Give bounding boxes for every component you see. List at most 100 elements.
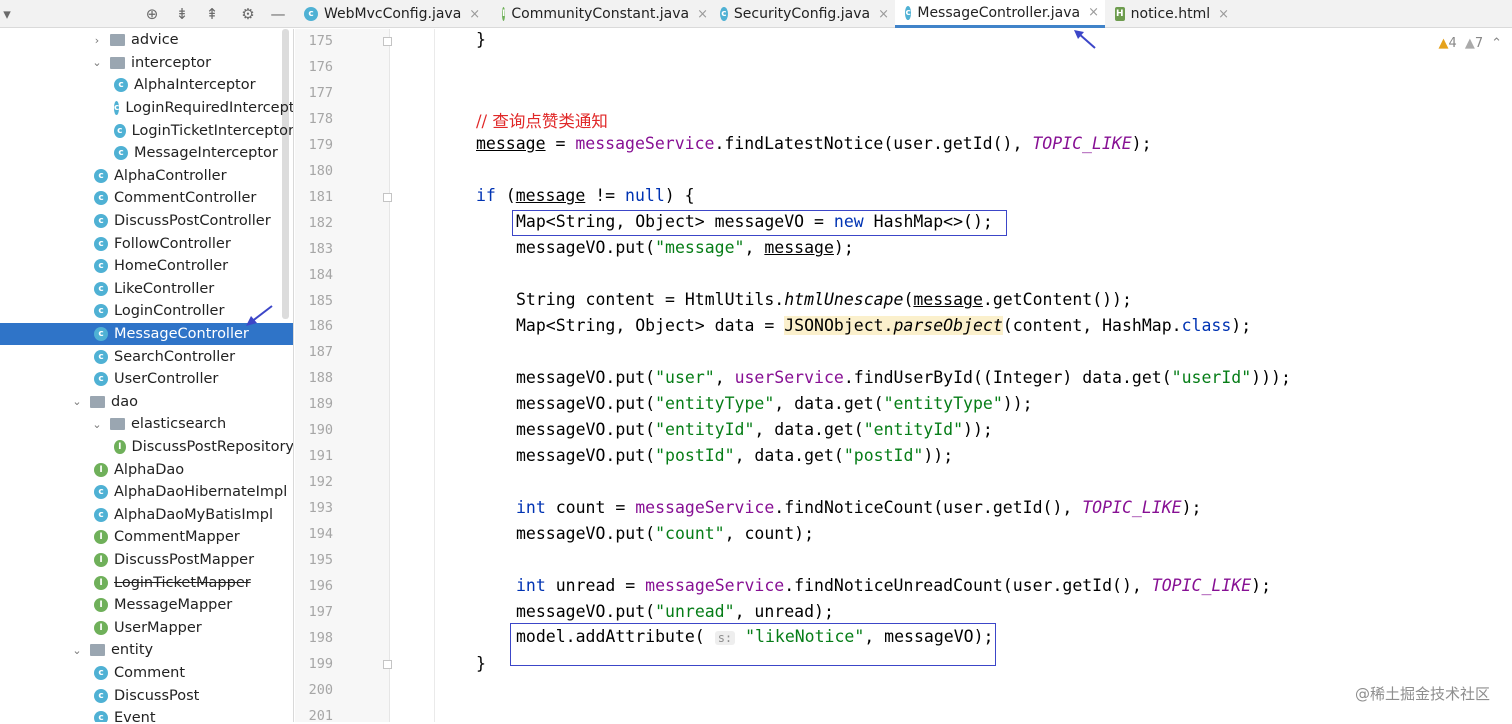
- class-icon: c: [94, 327, 108, 342]
- tree-item-alphadaomybatisimpl[interactable]: c AlphaDaoMyBatisImpl: [0, 504, 293, 527]
- tree-item-label: advice: [131, 32, 179, 49]
- tree-item-alphadao[interactable]: I AlphaDao: [0, 458, 293, 481]
- code-line-190: messageVO.put("entityId", data.get("enti…: [516, 420, 993, 439]
- warning-count: ▲4: [1438, 36, 1457, 51]
- tree-folder-interceptor[interactable]: ⌄ interceptor: [0, 52, 293, 75]
- tree-item-loginrequiredintercept[interactable]: c LoginRequiredIntercept: [0, 97, 293, 120]
- tab-webmvcconfig-java[interactable]: c WebMvcConfig.java ×: [294, 0, 492, 28]
- line-number: 199: [308, 655, 333, 672]
- class-icon: c: [720, 7, 728, 21]
- gear-icon[interactable]: ⚙: [238, 4, 258, 24]
- tree-item-event[interactable]: c Event: [0, 707, 293, 722]
- tree-item-label: AlphaDao: [114, 461, 185, 478]
- chevron-up-icon[interactable]: ⌃: [1491, 36, 1502, 51]
- code-editor[interactable]: } // 查询点赞类通知 message = messageService.fi…: [390, 29, 1512, 722]
- chevron-down-icon[interactable]: ⌄: [70, 395, 84, 408]
- class-icon: c: [94, 666, 108, 681]
- tree-folder-entity[interactable]: ⌄ entity: [0, 639, 293, 662]
- close-icon[interactable]: ×: [1218, 7, 1229, 22]
- interface-icon: I: [94, 620, 108, 635]
- code-line-189: messageVO.put("entityType", data.get("en…: [516, 394, 1033, 413]
- tree-item-alphadaohibernateimpl[interactable]: c AlphaDaoHibernateImpl: [0, 481, 293, 504]
- tab-securityconfig-java[interactable]: c SecurityConfig.java ×: [710, 0, 895, 28]
- chevron-down-icon[interactable]: ⌄: [90, 418, 104, 431]
- line-number: 186: [308, 318, 333, 335]
- line-number: 188: [308, 370, 333, 387]
- tree-item-commentcontroller[interactable]: c CommentController: [0, 187, 293, 210]
- tree-item-discusspostmapper[interactable]: I DiscussPostMapper: [0, 549, 293, 572]
- tree-item-commentmapper[interactable]: I CommentMapper: [0, 526, 293, 549]
- interface-icon: I: [94, 598, 108, 613]
- project-toolbar: ▾ ⊕ ⇟ ⇞ ⚙ —: [0, 0, 294, 28]
- tree-item-followcontroller[interactable]: c FollowController: [0, 232, 293, 255]
- tree-item-label: CommentMapper: [114, 529, 240, 546]
- class-icon: c: [94, 281, 108, 296]
- close-icon[interactable]: ×: [1088, 5, 1099, 20]
- tree-folder-dao[interactable]: ⌄ dao: [0, 391, 293, 414]
- tree-item-messagemapper[interactable]: I MessageMapper: [0, 594, 293, 617]
- tree-folder-advice[interactable]: › advice: [0, 29, 293, 52]
- close-icon[interactable]: ×: [878, 7, 889, 22]
- tree-item-label: HomeController: [114, 258, 229, 275]
- tree-item-loginticketinterceptor[interactable]: c LoginTicketInterceptor: [0, 119, 293, 142]
- tab-communityconstant-java[interactable]: I CommunityConstant.java ×: [492, 0, 710, 28]
- tree-item-label: LoginTicketMapper: [114, 574, 251, 591]
- tree-item-discusspostrepository[interactable]: I DiscussPostRepository: [0, 436, 293, 459]
- line-number: 185: [308, 292, 333, 309]
- close-icon[interactable]: ×: [697, 7, 708, 22]
- code-line-188: messageVO.put("user", userService.findUs…: [516, 368, 1291, 387]
- class-icon: c: [94, 191, 108, 206]
- collapse-all-icon[interactable]: ⇞: [202, 4, 222, 24]
- tree-item-searchcontroller[interactable]: c SearchController: [0, 345, 293, 368]
- dropdown-arrow-icon[interactable]: ▾: [0, 4, 14, 24]
- code-line-197: messageVO.put("unread", unread);: [516, 602, 834, 621]
- class-icon: c: [114, 78, 128, 93]
- tree-folder-elasticsearch[interactable]: ⌄ elasticsearch: [0, 413, 293, 436]
- pointer-arrow-icon: [246, 305, 273, 326]
- line-number: 175: [308, 33, 333, 49]
- tab-notice-html[interactable]: Hnotice.html ×: [1105, 0, 1235, 28]
- tree-item-discusspostcontroller[interactable]: c DiscussPostController: [0, 210, 293, 233]
- class-icon: c: [94, 711, 108, 722]
- class-icon: c: [114, 101, 120, 116]
- class-icon: c: [114, 146, 128, 161]
- chevron-right-icon[interactable]: ›: [90, 34, 104, 47]
- code-line-186: Map<String, Object> data = JSONObject.pa…: [516, 316, 1252, 335]
- tree-item-label: AlphaDaoMyBatisImpl: [114, 506, 273, 523]
- tree-item-discusspost[interactable]: c DiscussPost: [0, 684, 293, 707]
- class-icon: c: [94, 304, 108, 319]
- tab-label: MessageController.java: [917, 4, 1081, 21]
- tree-item-label: Comment: [114, 665, 186, 682]
- line-number: 192: [308, 474, 333, 491]
- tree-item-comment[interactable]: c Comment: [0, 662, 293, 685]
- code-line-196: int unread = messageService.findNoticeUn…: [516, 576, 1272, 595]
- tree-item-likecontroller[interactable]: c LikeController: [0, 278, 293, 301]
- line-number: 184: [308, 266, 333, 283]
- tree-item-label: interceptor: [131, 54, 212, 71]
- class-icon: c: [94, 168, 108, 183]
- tree-item-messageinterceptor[interactable]: c MessageInterceptor: [0, 142, 293, 165]
- class-icon: c: [94, 349, 108, 364]
- chevron-down-icon[interactable]: ⌄: [70, 644, 84, 657]
- weak-warning-count: ▲7: [1464, 36, 1484, 51]
- watermark: @稀土掘金技术社区: [1354, 685, 1490, 703]
- expand-all-icon[interactable]: ⇟: [172, 4, 192, 24]
- inspection-widget[interactable]: ▲4 ▲7 ⌃: [1439, 36, 1502, 51]
- tree-item-usercontroller[interactable]: c UserController: [0, 368, 293, 391]
- tree-item-usermapper[interactable]: I UserMapper: [0, 617, 293, 640]
- close-icon[interactable]: ×: [469, 7, 480, 22]
- chevron-down-icon[interactable]: ⌄: [90, 56, 104, 69]
- tree-item-label: AlphaController: [114, 167, 227, 184]
- tree-item-alphacontroller[interactable]: c AlphaController: [0, 165, 293, 188]
- code-line-179: message = messageService.findLatestNotic…: [476, 134, 1152, 153]
- tree-item-label: UserMapper: [114, 619, 202, 636]
- tree-item-homecontroller[interactable]: c HomeController: [0, 255, 293, 278]
- tree-item-alphainterceptor[interactable]: c AlphaInterceptor: [0, 74, 293, 97]
- line-number: 195: [308, 552, 333, 568]
- tree-item-loginticketmapper[interactable]: I LoginTicketMapper: [0, 571, 293, 594]
- tab-messagecontroller-java[interactable]: c MessageController.java ×: [895, 0, 1105, 28]
- tree-item-label: LoginController: [114, 303, 225, 320]
- tree-item-label: AlphaInterceptor: [134, 77, 256, 94]
- minimize-icon[interactable]: —: [268, 4, 288, 24]
- locate-target-icon[interactable]: ⊕: [142, 4, 162, 24]
